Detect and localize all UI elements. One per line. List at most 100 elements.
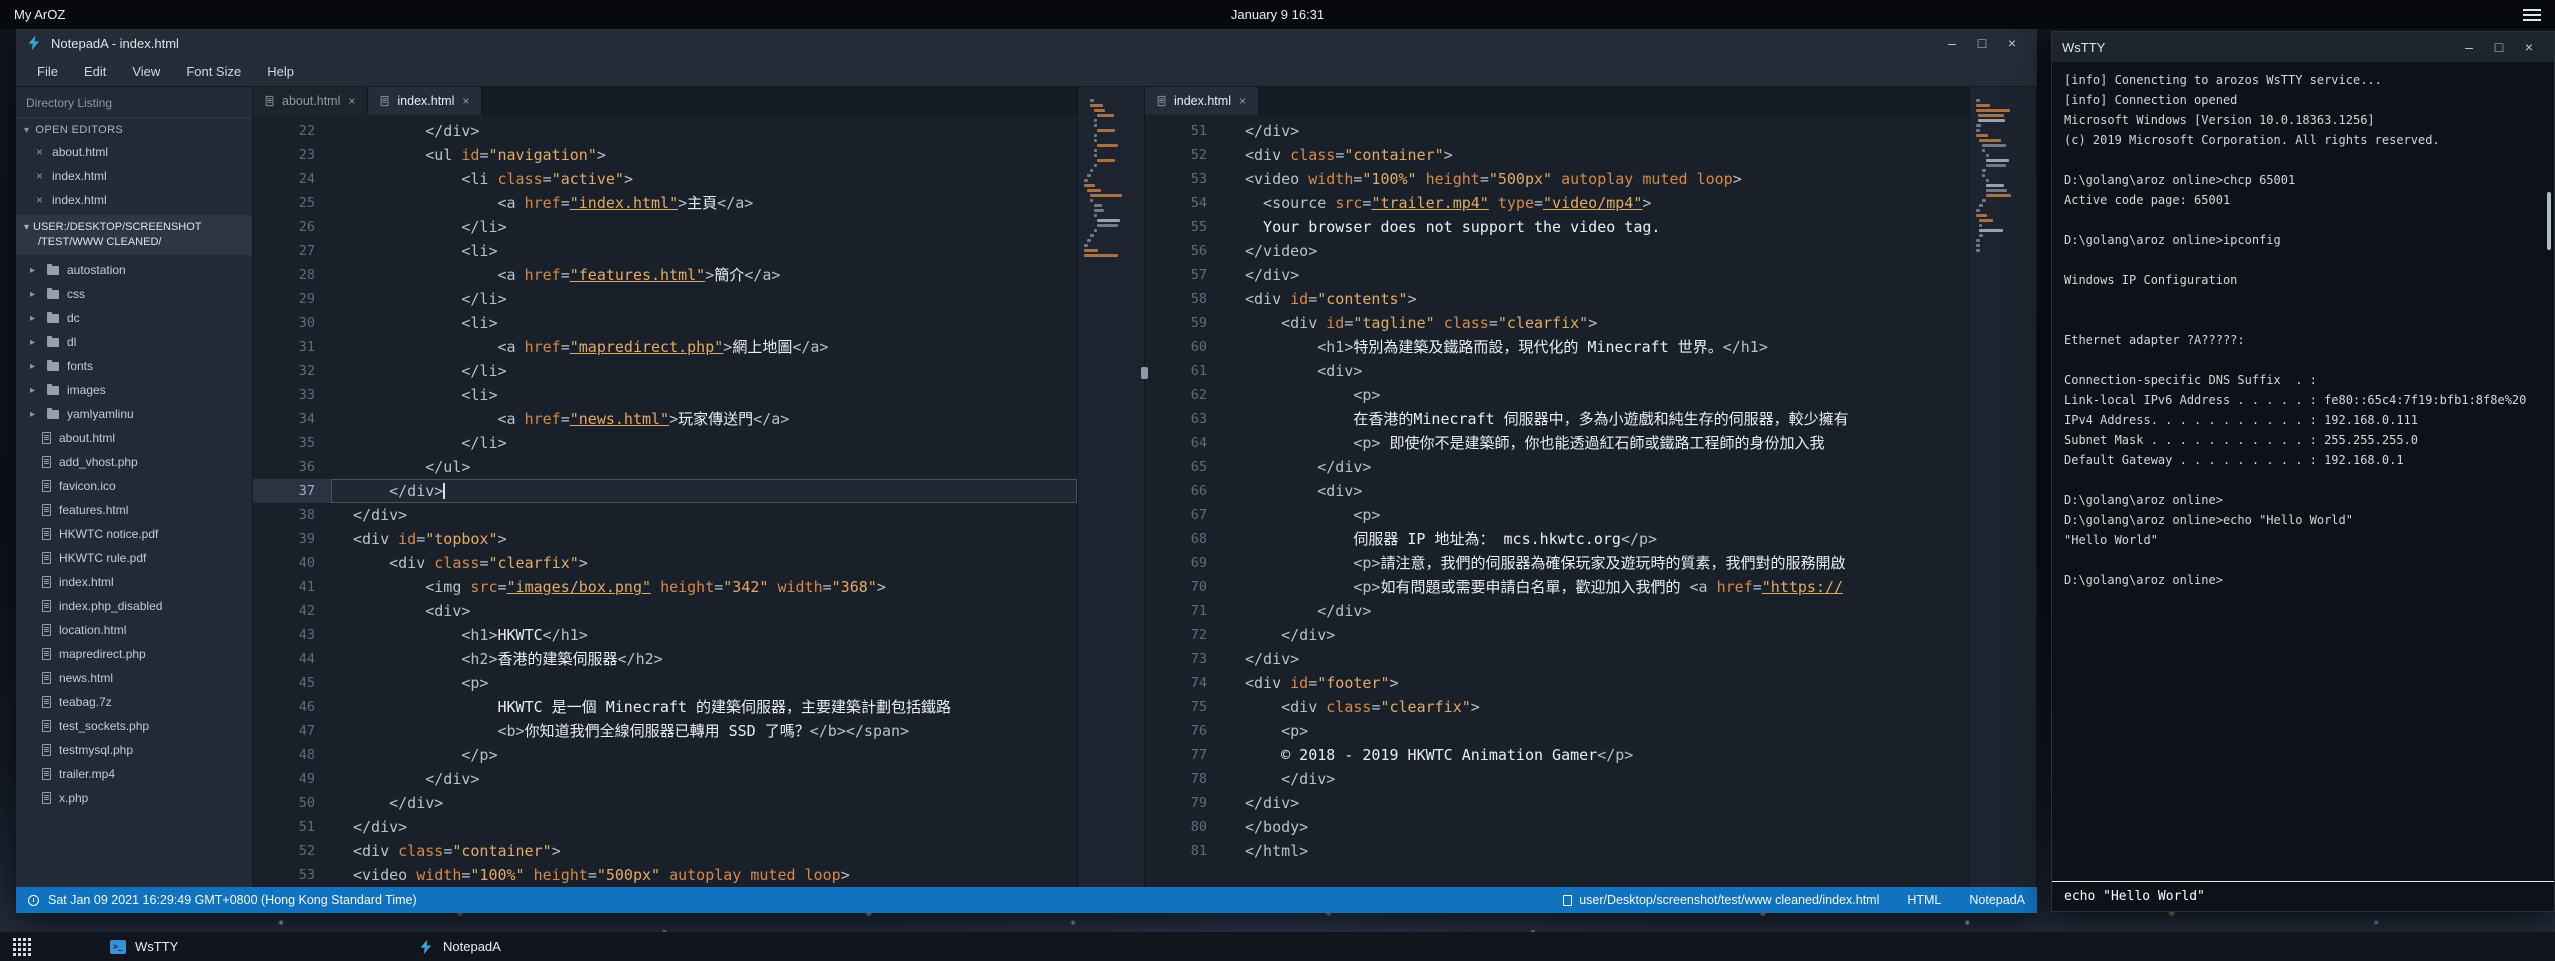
close-icon[interactable]: × (36, 145, 43, 159)
close-button[interactable]: × (2514, 33, 2544, 61)
code-line[interactable]: 31 <a href="mapredirect.php">網上地圖</a> (253, 335, 1077, 359)
menu-item-font-size[interactable]: Font Size (173, 64, 254, 79)
tree-folder-dc[interactable]: ▸dc (16, 306, 252, 330)
tree-file-about.html[interactable]: about.html (16, 426, 252, 450)
open-editor-item[interactable]: ×index.html (16, 164, 252, 188)
close-icon[interactable]: × (36, 169, 43, 183)
terminal-output[interactable]: [info] Conencting to arozos WsTTY servic… (2052, 62, 2554, 881)
code-line[interactable]: 73</div> (1145, 647, 1969, 671)
code-line[interactable]: 34 <a href="news.html">玩家傳送門</a> (253, 407, 1077, 431)
code-line[interactable]: 45 <p> (253, 671, 1077, 695)
code-line[interactable]: 50 </div> (253, 791, 1077, 815)
terminal-input[interactable]: echo "Hello World" (2052, 881, 2554, 911)
tree-folder-dl[interactable]: ▸dl (16, 330, 252, 354)
code-line[interactable]: 52<div class="container"> (253, 839, 1077, 863)
code-line[interactable]: 47 <b>你知道我們全線伺服器已轉用 SSD 了嗎？</b></span> (253, 719, 1077, 743)
open-editor-item[interactable]: ×about.html (16, 140, 252, 164)
language-mode-selector[interactable]: HTML (1907, 893, 1941, 907)
tree-file-testmysql.php[interactable]: testmysql.php (16, 738, 252, 762)
tab-index.html[interactable]: index.html× (368, 87, 482, 115)
tree-folder-autostation[interactable]: ▸autostation (16, 258, 252, 282)
code-line[interactable]: 42 <div> (253, 599, 1077, 623)
code-line[interactable]: 44 <h2>香港的建築伺服器</h2> (253, 647, 1077, 671)
code-line[interactable]: 68 伺服器 IP 地址為： mcs.hkwtc.org</p> (1145, 527, 1969, 551)
tree-file-news.html[interactable]: news.html (16, 666, 252, 690)
minimize-button[interactable]: – (1937, 29, 1967, 57)
code-line[interactable]: 55 Your browser does not support the vid… (1145, 215, 1969, 239)
code-line[interactable]: 48 </p> (253, 743, 1077, 767)
code-line[interactable]: 51</div> (1145, 119, 1969, 143)
tree-file-trailer.mp4[interactable]: trailer.mp4 (16, 762, 252, 786)
code-line[interactable]: 66 <div> (1145, 479, 1969, 503)
maximize-button[interactable]: □ (1967, 29, 1997, 57)
code-line[interactable]: 36 </ul> (253, 455, 1077, 479)
tree-file-mapredirect.php[interactable]: mapredirect.php (16, 642, 252, 666)
code-line[interactable]: 43 <h1>HKWTC</h1> (253, 623, 1077, 647)
code-line[interactable]: 75 <div class="clearfix"> (1145, 695, 1969, 719)
code-line[interactable]: 70 <p>如有問題或需要申請白名單，歡迎加入我們的 <a href="http… (1145, 575, 1969, 599)
code-line[interactable]: 72 </div> (1145, 623, 1969, 647)
code-line[interactable]: 29 </li> (253, 287, 1077, 311)
close-button[interactable]: × (1997, 29, 2027, 57)
close-icon[interactable]: × (348, 94, 355, 108)
tree-folder-fonts[interactable]: ▸fonts (16, 354, 252, 378)
code-line[interactable]: 26 </li> (253, 215, 1077, 239)
code-line[interactable]: 35 </li> (253, 431, 1077, 455)
open-editor-item[interactable]: ×index.html (16, 188, 252, 212)
code-line[interactable]: 81</html> (1145, 839, 1969, 863)
notepad-titlebar[interactable]: NotepadA - index.html – □ × (16, 29, 2037, 57)
code-line[interactable]: 24 <li class="active"> (253, 167, 1077, 191)
code-line[interactable]: 71 </div> (1145, 599, 1969, 623)
taskbar-item-wstty[interactable]: >_ WsTTY (100, 932, 188, 961)
code-line[interactable]: 27 <li> (253, 239, 1077, 263)
wstty-titlebar[interactable]: WsTTY – □ × (2052, 32, 2554, 62)
code-line[interactable]: 79</div> (1145, 791, 1969, 815)
maximize-button[interactable]: □ (2484, 33, 2514, 61)
tree-file-HKWTC-rule.pdf[interactable]: HKWTC rule.pdf (16, 546, 252, 570)
code-line[interactable]: 25 <a href="index.html">主頁</a> (253, 191, 1077, 215)
tab-about.html[interactable]: about.html× (253, 87, 368, 115)
code-line[interactable]: 61 <div> (1145, 359, 1969, 383)
code-line[interactable]: 69 <p>請注意，我們的伺服器為確保玩家及遊玩時的質素，我們對的服務開啟 (1145, 551, 1969, 575)
code-line[interactable]: 46 HKWTC 是一個 Minecraft 的建築伺服器，主要建築計劃包括鐵路 (253, 695, 1077, 719)
tree-file-location.html[interactable]: location.html (16, 618, 252, 642)
code-line[interactable]: 23 <ul id="navigation"> (253, 143, 1077, 167)
code-line[interactable]: 80</body> (1145, 815, 1969, 839)
pane-splitter-handle[interactable] (1141, 367, 1148, 379)
code-line[interactable]: 52<div class="container"> (1145, 143, 1969, 167)
open-editors-section[interactable]: ▾ OPEN EDITORS (16, 118, 252, 140)
code-line[interactable]: 33 <li> (253, 383, 1077, 407)
tree-file-favicon.ico[interactable]: favicon.ico (16, 474, 252, 498)
tree-file-test_sockets.php[interactable]: test_sockets.php (16, 714, 252, 738)
close-icon[interactable]: × (36, 193, 43, 207)
code-line[interactable]: 54 <source src="trailer.mp4" type="video… (1145, 191, 1969, 215)
tree-folder-images[interactable]: ▸images (16, 378, 252, 402)
code-line[interactable]: 39<div id="topbox"> (253, 527, 1077, 551)
code-line[interactable]: 59 <div id="tagline" class="clearfix"> (1145, 311, 1969, 335)
minimize-button[interactable]: – (2454, 33, 2484, 61)
code-line[interactable]: 38</div> (253, 503, 1077, 527)
tree-folder-css[interactable]: ▸css (16, 282, 252, 306)
tree-file-HKWTC-notice.pdf[interactable]: HKWTC notice.pdf (16, 522, 252, 546)
code-line[interactable]: 60 <h1>特別為建築及鐵路而設，現代化的 Minecraft 世界。</h1… (1145, 335, 1969, 359)
tree-folder-yamlyamlinu[interactable]: ▸yamlyamlinu (16, 402, 252, 426)
code-line[interactable]: 49 </div> (253, 767, 1077, 791)
code-line[interactable]: 78 </div> (1145, 767, 1969, 791)
taskbar-item-notepada[interactable]: NotepadA (408, 932, 511, 961)
code-line[interactable]: 51</div> (253, 815, 1077, 839)
left-minimap[interactable] (1077, 87, 1145, 887)
tree-file-teabag.7z[interactable]: teabag.7z (16, 690, 252, 714)
code-line[interactable]: 41 <img src="images/box.png" height="342… (253, 575, 1077, 599)
code-line[interactable]: 77 © 2018 - 2019 HKWTC Animation Gamer</… (1145, 743, 1969, 767)
workspace-root[interactable]: ▾USER:/DESKTOP/SCREENSHOT /TEST/WWW CLEA… (16, 215, 252, 255)
code-line[interactable]: 32 </li> (253, 359, 1077, 383)
tree-file-features.html[interactable]: features.html (16, 498, 252, 522)
code-line[interactable]: 53<video width="100%" height="500px" aut… (1145, 167, 1969, 191)
code-line[interactable]: 37 </div> (253, 479, 1077, 503)
code-line[interactable]: 56</video> (1145, 239, 1969, 263)
tree-file-add_vhost.php[interactable]: add_vhost.php (16, 450, 252, 474)
start-menu-icon[interactable] (13, 938, 31, 956)
code-line[interactable]: 65 </div> (1145, 455, 1969, 479)
menu-item-edit[interactable]: Edit (71, 64, 119, 79)
close-icon[interactable]: × (1239, 94, 1246, 108)
